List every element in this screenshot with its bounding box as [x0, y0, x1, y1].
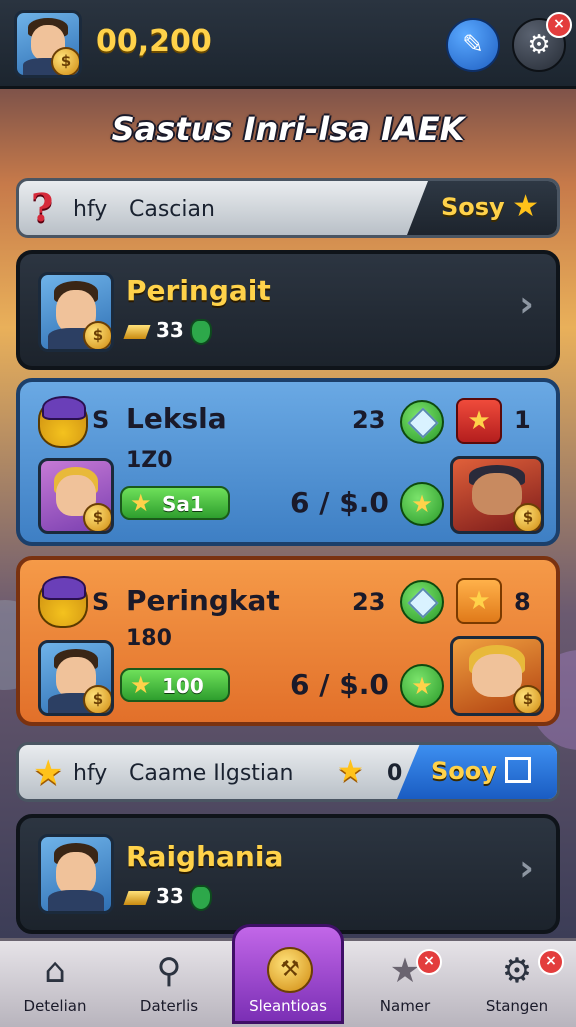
coin-badge-icon: $ [513, 503, 541, 531]
banner-action-label: Sooy [431, 757, 497, 785]
page-title: Sastus Inri-lsa IAEK [111, 110, 465, 148]
coin-balance: 00,200 [96, 24, 212, 59]
player-card-last[interactable]: Raighania 33 › [16, 814, 560, 934]
coin-badge-icon: $ [513, 685, 541, 713]
close-icon[interactable]: × [546, 12, 572, 38]
player-avatar [38, 834, 114, 914]
player-avatar-blonde: $ [450, 636, 544, 716]
nav-label: Detelian [23, 997, 87, 1015]
reward-value: Sa1 [162, 492, 204, 516]
star-icon: ★ [130, 489, 152, 517]
nav-label: Stangen [485, 997, 549, 1015]
player-stats: 33 [123, 884, 212, 911]
gem-icon [400, 400, 444, 444]
star-icon: ★ [337, 754, 364, 789]
nav-item-sleantioas[interactable]: ⚒ Sleantioas [232, 924, 344, 1024]
reward-pill[interactable]: ★ 100 [120, 668, 230, 702]
banner-action-button[interactable]: Sosy ★ [407, 181, 557, 235]
reward-value: 100 [162, 674, 204, 698]
player-name: Leksla [126, 402, 227, 435]
notification-x-icon: × [416, 949, 442, 975]
player-card-first[interactable]: $ Peringait 33 › [16, 250, 560, 370]
banner-action-label: Sosy [441, 193, 505, 221]
star-icon: ★ [130, 671, 152, 699]
home-icon [505, 757, 531, 783]
player-card-blue[interactable]: S Leksla 23 ★ 1 $ 1Z0 ★ Sa1 6 / $.0 ★ $ [16, 378, 560, 546]
nav-label: Daterlis [139, 997, 199, 1015]
price-label: 6 / $.0 [290, 486, 389, 519]
gold-bar-icon [123, 324, 151, 339]
chevron-right-icon[interactable]: › [519, 284, 534, 325]
star-box-icon: ★ [456, 578, 502, 624]
player-stats: 33 [123, 318, 212, 345]
reward-pill[interactable]: ★ Sa1 [120, 486, 230, 520]
player-avatar-blonde: $ [38, 458, 114, 534]
coin-badge-icon: $ [83, 503, 111, 531]
coin-badge-icon: $ [83, 685, 111, 713]
rank-letter: S [92, 588, 110, 616]
coin-badge-icon: $ [83, 321, 111, 349]
bottom-banner[interactable]: ★ hfy Caame Ilgstian ★ 0 Sooy [16, 742, 560, 802]
sub-value: 180 [126, 626, 172, 651]
top-banner[interactable]: ? hfy Cascian Sosy ★ [16, 178, 560, 238]
gem-icon [400, 580, 444, 624]
price-label: 6 / $.0 [290, 668, 389, 701]
player-name: Peringkat [126, 584, 280, 617]
coin-badge-icon: $ [51, 47, 79, 75]
gold-bar-icon [123, 890, 151, 905]
money-bag-icon [189, 884, 212, 911]
edit-button[interactable]: ✎ [446, 18, 500, 72]
notification-x-icon: × [538, 949, 564, 975]
banner-action-button[interactable]: Sooy [397, 745, 557, 799]
player-avatar: $ [38, 272, 114, 352]
mascot-icon [38, 396, 88, 448]
banner-label-b: Cascian [129, 197, 215, 222]
nav-item-namer[interactable]: ★ Namer [350, 941, 460, 1027]
nav-item-daterlis[interactable]: ⚲ Daterlis [114, 941, 224, 1027]
badge-count: 8 [514, 588, 531, 616]
nav-label: Namer [379, 997, 431, 1015]
player-avatar-suit: $ [38, 640, 114, 716]
pencil-icon: ✎ [462, 30, 484, 60]
player-avatar-cap: $ [450, 456, 544, 534]
money-bag-icon [189, 318, 212, 345]
nav-item-detelian[interactable]: ⌂ Detelian [0, 941, 110, 1027]
score-value: 23 [352, 588, 386, 616]
home-icon: ⌂ [44, 951, 66, 991]
badge-count: 1 [514, 406, 531, 434]
player-name: Raighania [126, 840, 284, 873]
chevron-right-icon[interactable]: › [519, 848, 534, 889]
star-icon: ★ [512, 189, 539, 224]
banner-star-count: 0 [387, 761, 403, 786]
banner-label-a: hfy [73, 197, 108, 222]
star-box-icon: ★ [456, 398, 502, 444]
star-gem-button[interactable]: ★ [400, 664, 444, 708]
top-bar: $ 00,200 ✎ ⚙ × [0, 0, 576, 89]
star-icon: ★ [33, 753, 64, 793]
banner-label-a: hfy [73, 761, 108, 786]
rank-letter: S [92, 406, 110, 434]
star-icon: ★ [389, 951, 421, 991]
gear-icon: ⚙ [527, 30, 551, 60]
player-avatar[interactable]: $ [14, 10, 82, 78]
hammer-icon: ⚒ [267, 947, 313, 993]
nav-label: Sleantioas [249, 997, 327, 1015]
star-gem-button[interactable]: ★ [400, 482, 444, 526]
search-icon: ⚲ [156, 951, 182, 991]
score-value: 23 [352, 406, 386, 434]
player-card-orange[interactable]: S Peringkat 23 ★ 8 $ 180 ★ 100 6 / $.0 ★… [16, 556, 560, 726]
gold-count: 33 [156, 318, 184, 342]
mascot-icon [38, 576, 88, 628]
player-name: Peringait [126, 274, 271, 307]
banner-label-b: Caame Ilgstian [129, 761, 294, 786]
question-icon: ? [31, 185, 54, 230]
sub-value: 1Z0 [126, 448, 173, 473]
gold-count: 33 [156, 884, 184, 908]
